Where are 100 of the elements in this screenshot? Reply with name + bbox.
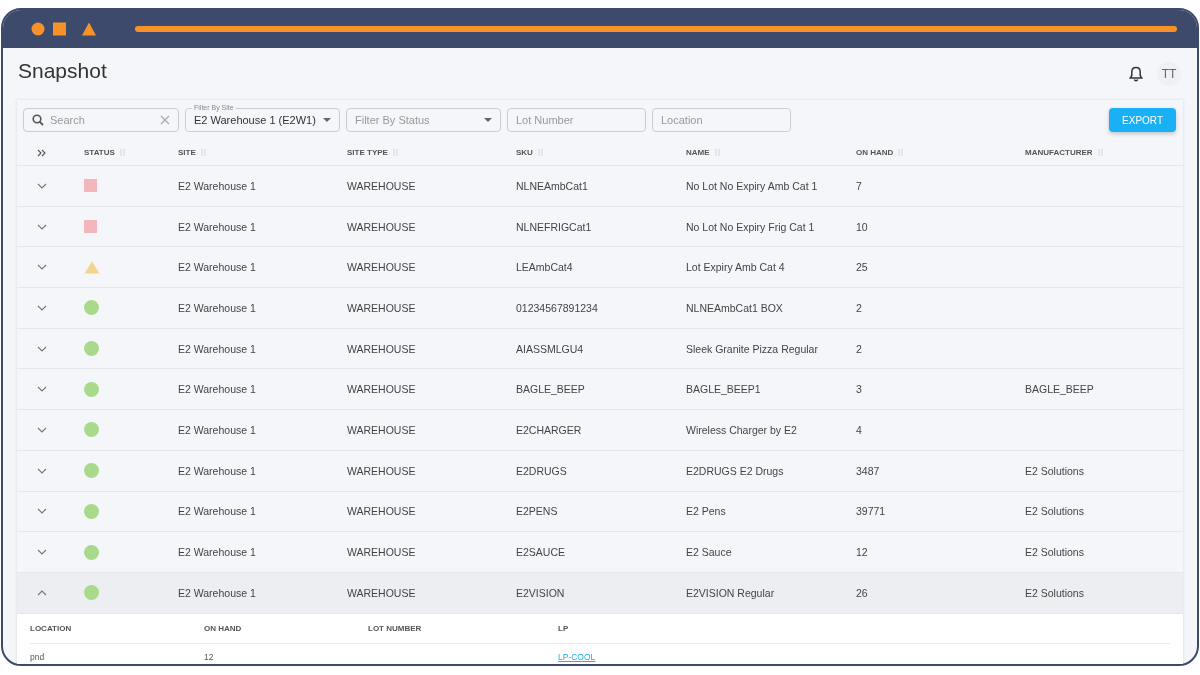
expand-chevron-icon[interactable] xyxy=(36,467,47,474)
clear-icon[interactable] xyxy=(160,115,170,125)
notification-bell-icon[interactable] xyxy=(1129,66,1143,82)
sku-cell: E2SAUCE xyxy=(516,546,566,559)
expand-chevron-icon[interactable] xyxy=(36,223,47,230)
site-cell: E2 Warehouse 1 xyxy=(178,383,256,396)
sku-cell: AIASSMLGU4 xyxy=(516,342,584,355)
name-cell: No Lot No Expiry Amb Cat 1 xyxy=(686,179,818,192)
name-cell: Lot Expiry Amb Cat 4 xyxy=(686,261,785,274)
site-type-cell: WAREHOUSE xyxy=(347,586,416,599)
column-header[interactable]: MANUFACTURER xyxy=(1025,148,1093,157)
expand-chevron-icon[interactable] xyxy=(36,264,47,271)
sku-cell: E2PENS xyxy=(516,505,558,518)
page-title: Snapshot xyxy=(18,59,107,83)
dropdown-caret-icon xyxy=(323,118,331,122)
sku-cell: BAGLE_BEEP xyxy=(516,383,585,396)
table-row[interactable]: E2 Warehouse 1 WAREHOUSE E2PENS E2 Pens 39771 E2 Solutions xyxy=(17,491,1183,533)
name-cell: Wireless Charger by E2 xyxy=(686,423,797,436)
site-cell: E2 Warehouse 1 xyxy=(178,505,256,518)
site-type-cell: WAREHOUSE xyxy=(347,464,416,477)
sku-cell: E2CHARGER xyxy=(516,423,582,436)
table-row[interactable]: E2 Warehouse 1 WAREHOUSE BAGLE_BEEP BAGLE_BEEP1 3 BAGLE_BEEP xyxy=(17,369,1183,411)
field-placeholder: Lot Number xyxy=(516,114,574,126)
site-type-cell: WAREHOUSE xyxy=(347,261,416,274)
on-hand-cell: 3487 xyxy=(856,464,880,477)
dropdown-caret-icon xyxy=(484,118,492,122)
name-cell: BAGLE_BEEP1 xyxy=(686,383,761,396)
expand-chevron-icon[interactable] xyxy=(36,345,47,352)
manufacturer-cell: E2 Solutions xyxy=(1025,505,1084,518)
sku-cell: LEAmbCat4 xyxy=(516,261,573,274)
name-cell: Sleek Granite Pizza Regular xyxy=(686,342,818,355)
name-cell: E2 Pens xyxy=(686,505,726,518)
table-row[interactable]: E2 Warehouse 1 WAREHOUSE E2DRUGS E2DRUGS E2 Drugs 3487 E2 Solutions xyxy=(17,450,1183,492)
name-cell: E2VISION Regular xyxy=(686,586,775,599)
site-type-cell: WAREHOUSE xyxy=(347,342,416,355)
search-icon xyxy=(32,114,44,126)
on-hand-cell: 3 xyxy=(856,383,862,396)
site-type-cell: WAREHOUSE xyxy=(347,301,416,314)
table-row[interactable]: E2 Warehouse 1 WAREHOUSE E2VISION E2VISION Regular 26 E2 Solutions xyxy=(17,572,1183,614)
name-cell: E2DRUGS E2 Drugs xyxy=(686,464,784,477)
site-type-cell: WAREHOUSE xyxy=(347,179,416,192)
expand-chevron-icon[interactable] xyxy=(36,304,47,311)
site-cell: E2 Warehouse 1 xyxy=(178,220,256,233)
column-header[interactable]: SKU xyxy=(516,148,533,157)
table-row[interactable]: E2 Warehouse 1 WAREHOUSE E2SAUCE E2 Sauce 12 E2 Solutions xyxy=(17,532,1183,573)
name-cell: E2 Sauce xyxy=(686,546,732,559)
name-cell: No Lot No Expiry Frig Cat 1 xyxy=(686,220,815,233)
site-cell: E2 Warehouse 1 xyxy=(178,342,256,355)
site-type-cell: WAREHOUSE xyxy=(347,505,416,518)
expand-chevron-icon[interactable] xyxy=(36,426,47,433)
site-type-cell: WAREHOUSE xyxy=(347,383,416,396)
site-cell: E2 Warehouse 1 xyxy=(178,423,256,436)
collapse-chevron-icon[interactable] xyxy=(36,589,47,596)
table-row[interactable]: E2 Warehouse 1 WAREHOUSE LEAmbCat4 Lot Expiry Amb Cat 4 25 xyxy=(17,247,1183,289)
column-header[interactable]: SITE TYPE xyxy=(347,148,388,157)
site-cell: E2 Warehouse 1 xyxy=(178,261,256,274)
on-hand-cell: 2 xyxy=(856,301,862,314)
sku-cell: 01234567891234 xyxy=(516,301,598,314)
expand-chevron-icon[interactable] xyxy=(36,386,47,393)
site-type-cell: WAREHOUSE xyxy=(347,423,416,436)
table-row[interactable]: E2 Warehouse 1 WAREHOUSE NLNEAmbCat1 No Lot No Expiry Amb Cat 1 7 xyxy=(17,166,1183,207)
site-type-cell: WAREHOUSE xyxy=(347,546,416,559)
manufacturer-cell: E2 Solutions xyxy=(1025,546,1084,559)
expand-chevron-icon[interactable] xyxy=(36,549,47,556)
table-row[interactable]: E2 Warehouse 1 WAREHOUSE AIASSMLGU4 Sleek Granite Pizza Regular 2 xyxy=(17,328,1183,370)
column-header[interactable]: ON HAND xyxy=(856,148,894,157)
table-row[interactable]: E2 Warehouse 1 WAREHOUSE E2CHARGER Wireless Charger by E2 4 xyxy=(17,410,1183,451)
site-cell: E2 Warehouse 1 xyxy=(178,546,256,559)
expand-all-icon[interactable] xyxy=(36,148,47,157)
table-row[interactable]: E2 Warehouse 1 WAREHOUSE NLNEFRIGCat1 No Lot No Expiry Frig Cat 1 10 xyxy=(17,206,1183,248)
manufacturer-cell: BAGLE_BEEP xyxy=(1025,383,1094,396)
on-hand-cell: 7 xyxy=(856,179,862,192)
column-header[interactable]: SITE xyxy=(178,148,196,157)
manufacturer-cell: E2 Solutions xyxy=(1025,464,1084,477)
on-hand-cell: 4 xyxy=(856,423,862,436)
site-cell: E2 Warehouse 1 xyxy=(178,301,256,314)
on-hand-cell: 39771 xyxy=(856,505,886,518)
search-placeholder: Search xyxy=(50,114,86,126)
on-hand-cell: 12 xyxy=(856,546,868,559)
site-cell: E2 Warehouse 1 xyxy=(178,464,256,477)
column-header[interactable]: STATUS xyxy=(84,148,115,157)
sku-cell: E2VISION xyxy=(516,586,565,599)
manufacturer-cell: E2 Solutions xyxy=(1025,586,1084,599)
on-hand-cell: 2 xyxy=(856,342,862,355)
site-cell: E2 Warehouse 1 xyxy=(178,586,256,599)
table-row[interactable]: E2 Warehouse 1 WAREHOUSE 01234567891234 NLNEAmbCat1 BOX 2 xyxy=(17,288,1183,329)
detail-column-header: ON HAND xyxy=(204,623,242,633)
location-cell: pnd xyxy=(30,651,45,662)
expand-chevron-icon[interactable] xyxy=(36,508,47,515)
detail-column-header: LP xyxy=(558,623,569,633)
column-header[interactable]: NAME xyxy=(686,148,710,157)
field-placeholder: Location xyxy=(661,114,703,126)
user-avatar[interactable]: TT xyxy=(1157,62,1181,86)
sku-cell: NLNEFRIGCat1 xyxy=(516,220,592,233)
sku-cell: NLNEAmbCat1 xyxy=(516,179,588,192)
on-hand-cell: 12 xyxy=(204,651,214,662)
detail-column-header: LOCATION xyxy=(30,623,72,633)
detail-column-header: LOT NUMBER xyxy=(368,623,422,633)
site-cell: E2 Warehouse 1 xyxy=(178,179,256,192)
expand-chevron-icon[interactable] xyxy=(36,182,47,189)
